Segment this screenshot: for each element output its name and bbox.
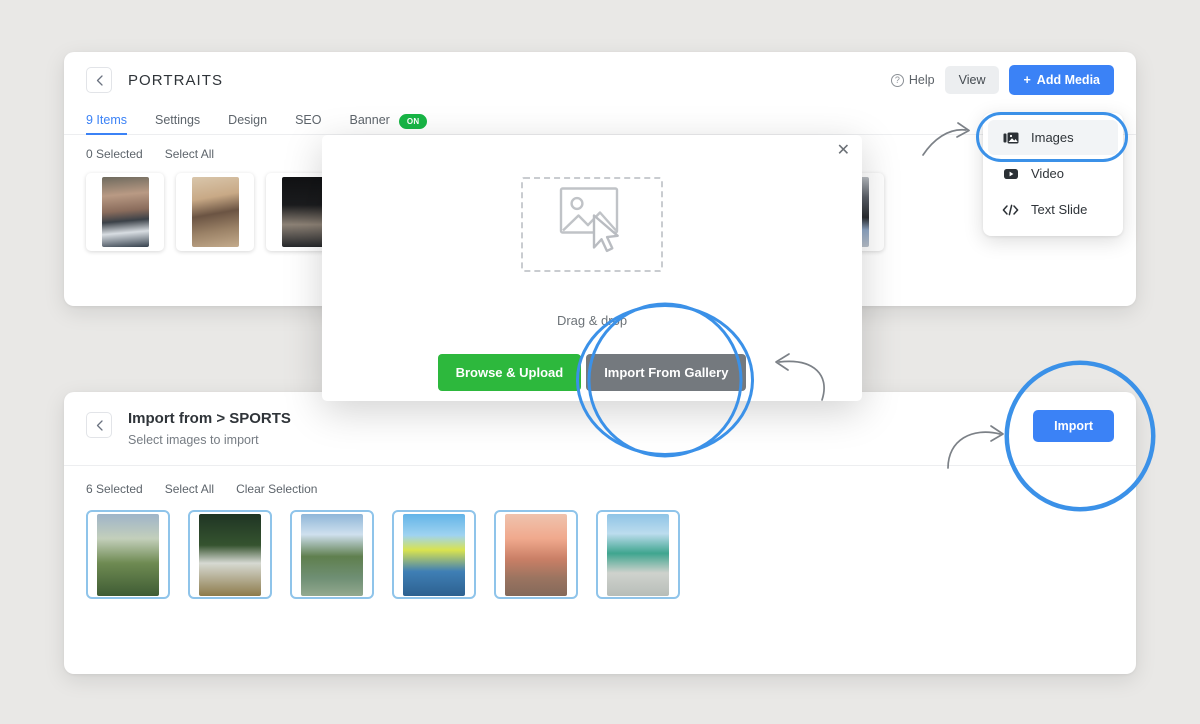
- import-selected-count: 6 Selected: [86, 482, 143, 496]
- screenshot-stage: PORTRAITS ? Help View + Add Media 9 Item…: [0, 0, 1200, 724]
- help-button[interactable]: ? Help: [890, 73, 935, 87]
- import-thumbnail-grid: [64, 496, 1136, 599]
- import-from-gallery-button[interactable]: Import From Gallery: [586, 354, 747, 391]
- menu-item-images[interactable]: Images: [988, 120, 1118, 155]
- dropzone[interactable]: [521, 177, 663, 272]
- question-circle-icon: ?: [890, 73, 904, 87]
- portrait-image-1: [101, 177, 149, 247]
- menu-item-label: Images: [1031, 130, 1074, 145]
- sports-image-5: [505, 513, 567, 596]
- page-title: PORTRAITS: [128, 71, 224, 89]
- banner-toggle-badge[interactable]: ON: [398, 113, 428, 129]
- import-selection-bar: 6 Selected Select All Clear Selection: [64, 466, 1136, 496]
- sports-image-6: [607, 513, 669, 596]
- add-media-button[interactable]: + Add Media: [1009, 65, 1114, 95]
- video-play-icon: [1002, 168, 1019, 180]
- tab-design[interactable]: Design: [228, 108, 267, 135]
- add-media-label: Add Media: [1036, 73, 1100, 87]
- code-brackets-icon: [1002, 204, 1019, 216]
- drag-drop-text: Drag & drop: [556, 313, 628, 328]
- import-thumbnail[interactable]: [290, 510, 374, 599]
- image-cursor-icon: [546, 184, 638, 265]
- import-button[interactable]: Import: [1033, 410, 1114, 442]
- import-select-all[interactable]: Select All: [165, 482, 214, 496]
- import-thumbnail[interactable]: [596, 510, 680, 599]
- modal-actions: Browse & Upload Import From Gallery: [322, 354, 862, 391]
- plus-icon: +: [1023, 73, 1031, 87]
- close-x-icon[interactable]: ✕: [837, 143, 850, 159]
- chevron-left-icon[interactable]: [86, 67, 112, 93]
- gallery-thumbnail[interactable]: [86, 173, 164, 251]
- menu-item-label: Video: [1031, 166, 1065, 181]
- gallery-thumbnail[interactable]: [176, 173, 254, 251]
- import-clear-selection[interactable]: Clear Selection: [236, 482, 317, 496]
- add-media-dropdown: Images Video Text Slide: [983, 113, 1123, 236]
- menu-item-video[interactable]: Video: [988, 156, 1118, 191]
- import-title-group: Import from > SPORTS Select images to im…: [128, 410, 291, 447]
- gallery-selected-count: 0 Selected: [86, 147, 143, 161]
- import-panel: Import from > SPORTS Select images to im…: [64, 392, 1136, 674]
- tab-banner-group: Banner ON: [350, 108, 428, 135]
- sports-image-3: [301, 513, 363, 596]
- gallery-header: PORTRAITS ? Help View + Add Media: [64, 52, 1136, 108]
- menu-item-text-slide[interactable]: Text Slide: [988, 192, 1118, 227]
- import-subtitle: Select images to import: [128, 433, 259, 447]
- gallery-select-all[interactable]: Select All: [165, 147, 214, 161]
- sports-image-1: [97, 513, 159, 596]
- images-stack-icon: [1002, 131, 1019, 145]
- import-title: Import from > SPORTS: [128, 410, 291, 427]
- tab-seo[interactable]: SEO: [295, 108, 321, 135]
- help-label: Help: [908, 73, 935, 87]
- browse-upload-button[interactable]: Browse & Upload: [437, 354, 582, 391]
- menu-item-label: Text Slide: [1031, 202, 1088, 217]
- tab-settings[interactable]: Settings: [155, 108, 200, 135]
- import-back-icon[interactable]: [86, 412, 112, 438]
- sports-image-4: [403, 513, 465, 596]
- import-thumbnail[interactable]: [86, 510, 170, 599]
- sports-image-2: [199, 513, 261, 596]
- portrait-image-2: [191, 177, 239, 247]
- import-thumbnail[interactable]: [494, 510, 578, 599]
- gallery-header-actions: ? Help View + Add Media: [890, 65, 1114, 95]
- import-thumbnail[interactable]: [188, 510, 272, 599]
- view-button[interactable]: View: [944, 66, 1000, 94]
- import-thumbnail[interactable]: [392, 510, 476, 599]
- upload-modal: ✕ Drag & drop Browse & Upload Import Fro…: [322, 135, 862, 401]
- tab-banner[interactable]: Banner: [350, 108, 390, 135]
- gallery-tabs: 9 Items Settings Design SEO Banner ON: [64, 108, 1136, 135]
- import-actions: Import: [1033, 410, 1114, 442]
- tab-items[interactable]: 9 Items: [86, 108, 127, 135]
